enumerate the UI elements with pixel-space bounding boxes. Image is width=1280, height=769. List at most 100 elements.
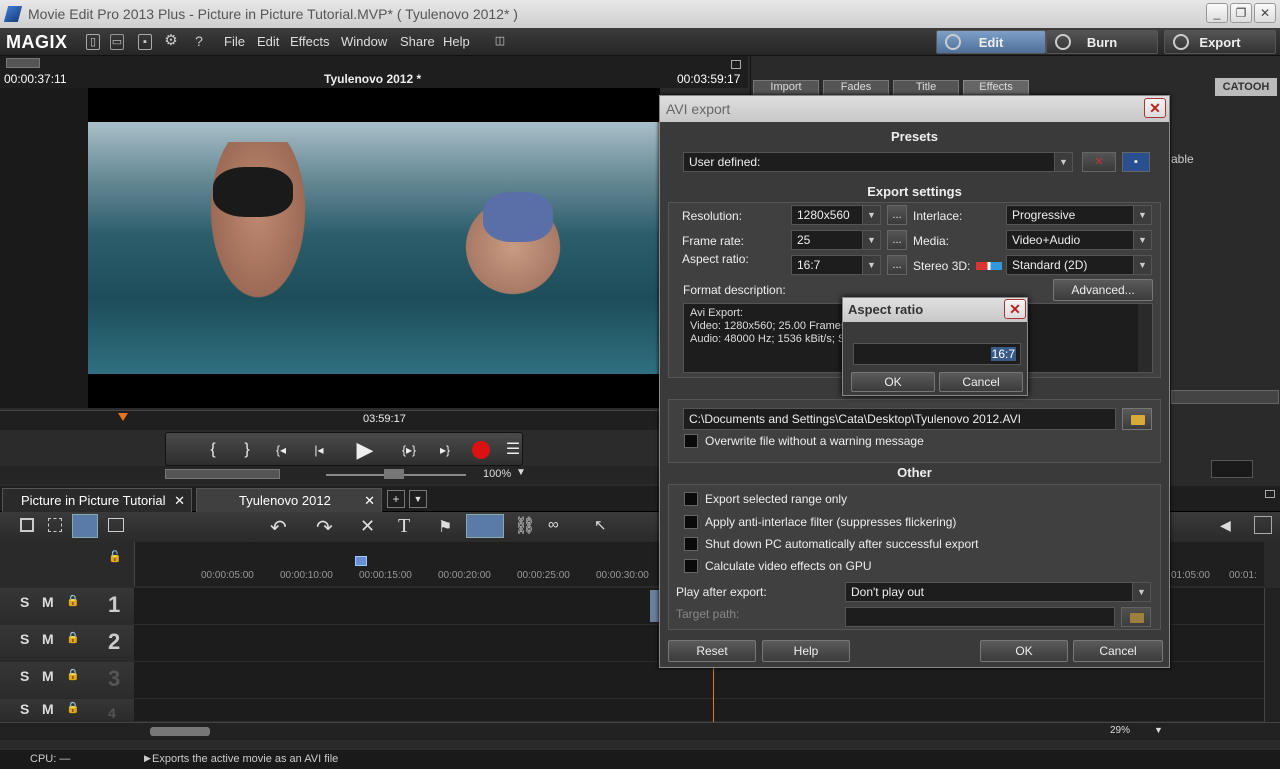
- aspect-ratio-input[interactable]: 16:7: [853, 343, 1021, 365]
- menu-list-button[interactable]: ☰: [500, 437, 526, 463]
- lock-icon[interactable]: 🔓: [108, 550, 126, 580]
- save-icon[interactable]: ▪: [138, 34, 152, 50]
- monitor-selector[interactable]: [6, 58, 40, 68]
- help-button[interactable]: Help: [762, 640, 850, 662]
- add-tab-button[interactable]: +: [387, 490, 405, 508]
- edit-mode-button[interactable]: Edit: [936, 30, 1046, 54]
- reset-button[interactable]: Reset: [668, 640, 756, 662]
- mark-in-button[interactable]: {: [200, 437, 226, 463]
- close-tab-icon[interactable]: ✕: [364, 489, 375, 513]
- link-icon[interactable]: ⛓: [514, 516, 536, 536]
- timeline-zoom[interactable]: 29%: [1110, 725, 1130, 736]
- framerate-dropdown[interactable]: 25 ▼: [791, 230, 881, 250]
- maximize-timeline-icon[interactable]: [1265, 490, 1275, 498]
- panel-field[interactable]: [1211, 460, 1253, 478]
- scrub-slider[interactable]: [165, 469, 280, 479]
- grid-view-icon[interactable]: [48, 518, 62, 532]
- tab-list-button[interactable]: ▼: [409, 490, 427, 508]
- burn-mode-button[interactable]: Burn: [1046, 30, 1158, 54]
- zoom-thumb[interactable]: [384, 469, 404, 479]
- file-path-input[interactable]: C:\Documents and Settings\Cata\Desktop\T…: [683, 408, 1116, 430]
- unlink-icon[interactable]: ∞: [548, 516, 559, 533]
- tab-tyulenovo[interactable]: Tyulenovo 2012 ✕: [196, 488, 382, 512]
- solo-button[interactable]: S: [20, 594, 29, 610]
- play-range-button[interactable]: {▸}: [396, 437, 422, 463]
- framerate-more-button[interactable]: ...: [887, 230, 907, 250]
- jump-to-in-button[interactable]: {◂: [268, 437, 294, 463]
- help-cursor-icon[interactable]: ?: [192, 34, 206, 50]
- track-lock-icon[interactable]: 🔒: [66, 631, 80, 644]
- menu-share[interactable]: Share: [400, 34, 435, 49]
- restore-button[interactable]: ❐: [1230, 3, 1252, 23]
- timeline-marker[interactable]: [355, 556, 367, 566]
- close-window-button[interactable]: ✕: [1254, 3, 1276, 23]
- resolution-dropdown[interactable]: 1280x560 ▼: [791, 205, 881, 225]
- cancel-button[interactable]: Cancel: [1073, 640, 1163, 662]
- preview-timeline-ruler[interactable]: 03:59:17: [0, 410, 660, 430]
- settings-gear-icon[interactable]: ⚙: [164, 33, 178, 50]
- speaker-icon[interactable]: ◀: [1220, 517, 1231, 534]
- zoom-value[interactable]: 100%: [483, 468, 511, 480]
- tab-effects[interactable]: Effects: [963, 80, 1029, 96]
- track-lock-icon[interactable]: 🔒: [66, 668, 80, 681]
- export-mode-button[interactable]: Export: [1164, 30, 1276, 54]
- single-view-icon[interactable]: [20, 518, 34, 532]
- menu-file[interactable]: File: [224, 34, 245, 49]
- track-lock-icon[interactable]: 🔒: [66, 594, 80, 607]
- previous-marker-button[interactable]: |◂: [306, 437, 332, 463]
- menu-edit[interactable]: Edit: [257, 34, 279, 49]
- option-checkbox[interactable]: [684, 492, 698, 506]
- mute-button[interactable]: M: [42, 701, 54, 717]
- redo-icon[interactable]: ↷: [316, 515, 333, 540]
- tab-picture-in-picture[interactable]: Picture in Picture Tutorial ✕: [2, 488, 192, 512]
- info-icon[interactable]: ◫: [493, 34, 507, 50]
- mixer-view-icon[interactable]: [108, 518, 124, 532]
- mute-button[interactable]: M: [42, 668, 54, 684]
- aspect-more-button[interactable]: ...: [887, 255, 907, 275]
- open-folder-icon[interactable]: ▭: [110, 34, 124, 50]
- menu-effects[interactable]: Effects: [290, 34, 330, 49]
- tab-fades[interactable]: Fades: [823, 80, 889, 96]
- panel-scrollbar[interactable]: [1171, 390, 1279, 404]
- options-icon[interactable]: [1254, 516, 1272, 534]
- timeline-playhead[interactable]: [713, 668, 714, 722]
- record-button[interactable]: [468, 437, 494, 463]
- option-checkbox[interactable]: [684, 537, 698, 551]
- solo-button[interactable]: S: [20, 631, 29, 647]
- hscroll-thumb[interactable]: [150, 727, 210, 736]
- close-dialog-button[interactable]: ✕: [1144, 98, 1166, 118]
- save-preset-button[interactable]: ▪: [1122, 152, 1150, 172]
- option-checkbox[interactable]: [684, 559, 698, 573]
- aspect-cancel-button[interactable]: Cancel: [939, 372, 1023, 392]
- timeline-zoom-dropdown-icon[interactable]: ▼: [1154, 725, 1163, 735]
- tab-import[interactable]: Import: [753, 80, 819, 96]
- solo-button[interactable]: S: [20, 701, 29, 717]
- browse-folder-button[interactable]: [1122, 408, 1152, 430]
- close-aspect-dialog-button[interactable]: ✕: [1004, 299, 1026, 319]
- title-icon[interactable]: T: [398, 515, 410, 538]
- advanced-button[interactable]: Advanced...: [1053, 279, 1153, 301]
- resolution-more-button[interactable]: ...: [887, 205, 907, 225]
- mute-button[interactable]: M: [42, 594, 54, 610]
- tab-title[interactable]: Title: [893, 80, 959, 96]
- mark-out-button[interactable]: }: [234, 437, 260, 463]
- menu-window[interactable]: Window: [341, 34, 387, 49]
- zoom-dropdown-icon[interactable]: ▼: [516, 467, 526, 478]
- interlace-dropdown[interactable]: Progressive ▼: [1006, 205, 1152, 225]
- delete-icon[interactable]: ✕: [360, 516, 375, 537]
- minimize-button[interactable]: _: [1206, 3, 1228, 23]
- aspect-dropdown[interactable]: 16:7 ▼: [791, 255, 881, 275]
- new-file-icon[interactable]: ▯: [86, 34, 100, 50]
- undo-icon[interactable]: ↶: [270, 515, 287, 540]
- overwrite-checkbox[interactable]: [684, 434, 698, 448]
- cursor-tool-icon[interactable]: ↖: [594, 516, 607, 534]
- media-dropdown[interactable]: Video+Audio ▼: [1006, 230, 1152, 250]
- playhead-marker[interactable]: [118, 413, 128, 421]
- timeline-view-icon[interactable]: [72, 514, 98, 538]
- mute-button[interactable]: M: [42, 631, 54, 647]
- format-scrollbar[interactable]: [1138, 304, 1152, 372]
- preset-dropdown[interactable]: User defined: ▼: [683, 152, 1073, 172]
- play-button[interactable]: ▶: [352, 437, 378, 463]
- option-checkbox[interactable]: [684, 515, 698, 529]
- close-tab-icon[interactable]: ✕: [174, 489, 185, 513]
